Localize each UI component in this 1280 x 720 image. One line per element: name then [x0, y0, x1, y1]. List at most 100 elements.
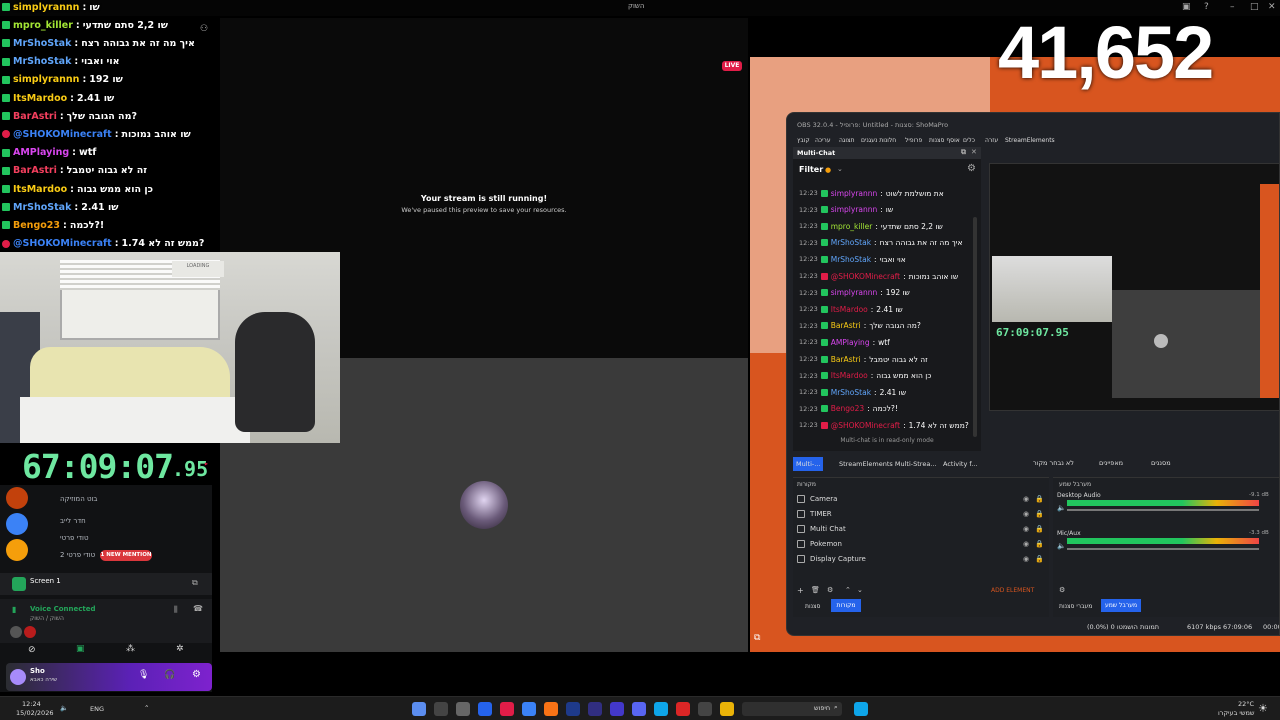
taskbar-app-icon[interactable]	[500, 702, 514, 716]
channel-row[interactable]: חדר לייב	[60, 517, 86, 525]
mixer-slider[interactable]	[1067, 509, 1259, 511]
chat-username[interactable]: AMPlaying	[831, 338, 870, 347]
volume-icon[interactable]: 🔈	[1057, 504, 1066, 512]
lock-icon[interactable]: 🔒	[1035, 510, 1044, 518]
mic-icon[interactable]: 🎙	[138, 670, 149, 680]
chat-username[interactable]: simplyrannn	[831, 189, 878, 198]
tab-multichat[interactable]: Multi-...	[793, 457, 823, 471]
share-screen-icon[interactable]: ▣	[76, 644, 85, 654]
dock-close-icon[interactable]: ✕	[971, 148, 977, 156]
channel-row[interactable]: בוט המוזיקה	[60, 495, 97, 503]
add-user-icon[interactable]: ⚇	[200, 24, 208, 34]
screen-share-row[interactable]: Screen 1 ⧉	[0, 573, 212, 595]
tab-scenes[interactable]: סצנות	[805, 603, 820, 610]
weather-desc[interactable]: שמשי בעיקרו	[1218, 709, 1254, 717]
close-icon[interactable]: ✕	[1268, 2, 1276, 12]
settings-icon[interactable]: ⚙	[192, 669, 201, 680]
chat-username[interactable]: @SHOKOMinecraft	[831, 421, 900, 430]
tray-chevron-icon[interactable]: ⌃	[144, 704, 149, 712]
taskbar-app-icon[interactable]	[544, 702, 558, 716]
volume-icon[interactable]: 🔈	[1057, 542, 1066, 550]
move-up-icon[interactable]: ⌃	[845, 586, 851, 594]
menu-file[interactable]: קובץ	[797, 137, 810, 144]
chat-username[interactable]: simplyrannn	[831, 288, 878, 297]
taskbar-app-icon[interactable]	[632, 702, 646, 716]
chat-username[interactable]: Bengo23	[831, 404, 864, 413]
taskbar-app-icon[interactable]	[566, 702, 580, 716]
menu-tools[interactable]: כלים	[963, 137, 975, 144]
language-indicator[interactable]: ENG	[90, 705, 104, 713]
properties-button[interactable]: מאפיינים	[1099, 459, 1123, 467]
tab-sources[interactable]: מקורות	[831, 599, 861, 612]
channel-row[interactable]: טודי פרטי 2	[60, 551, 95, 559]
lock-icon[interactable]: 🔒	[1035, 555, 1044, 563]
menu-streamelements[interactable]: StreamElements	[1005, 137, 1055, 144]
taskbar-app-icon[interactable]	[676, 702, 690, 716]
taskbar-app-icon[interactable]	[698, 702, 712, 716]
filter-info-icon[interactable]: ●	[825, 166, 831, 174]
remove-source-icon[interactable]: 🗑	[811, 586, 820, 594]
tab-activity-feed[interactable]: Activity f...	[943, 460, 977, 468]
popout-icon[interactable]: ⧉	[192, 578, 198, 588]
clock-time[interactable]: 12:24	[22, 700, 41, 708]
search-label[interactable]: חיפוש	[814, 704, 830, 712]
weather-temp[interactable]: 22°C	[1238, 700, 1254, 708]
taskbar-app-icon[interactable]	[588, 702, 602, 716]
source-row[interactable]: Pokemon ◉ 🔒	[797, 536, 1045, 551]
chat-username[interactable]: MrShoStak	[831, 255, 871, 264]
minimize-icon[interactable]: –	[1230, 2, 1235, 12]
taskbar-app-icon[interactable]	[478, 702, 492, 716]
taskbar-app-icon[interactable]	[654, 702, 668, 716]
menu-profile[interactable]: פרופיל	[905, 137, 922, 144]
source-row[interactable]: Display Capture ◉ 🔒	[797, 551, 1045, 566]
tab-transitions[interactable]: מעברי סצנות	[1059, 603, 1092, 610]
disconnect-icon[interactable]: ☎	[193, 604, 203, 613]
visibility-icon[interactable]: ◉	[1023, 525, 1029, 533]
add-source-icon[interactable]: +	[797, 586, 804, 595]
server-icon-1[interactable]	[6, 487, 28, 509]
chat-username[interactable]: BarAstri	[831, 355, 861, 364]
user-avatar[interactable]	[10, 669, 26, 685]
menu-help[interactable]: עזרה	[985, 137, 998, 144]
chat-username[interactable]: MrShoStak	[831, 388, 871, 397]
visibility-icon[interactable]: ◉	[1023, 510, 1029, 518]
lock-icon[interactable]: 🔒	[1035, 540, 1044, 548]
lock-icon[interactable]: 🔒	[1035, 495, 1044, 503]
lock-icon[interactable]: 🔒	[1035, 525, 1044, 533]
server-icon-3[interactable]	[6, 539, 28, 561]
filter-label[interactable]: Filter	[799, 165, 823, 174]
chat-username[interactable]: mpro_killer	[831, 222, 873, 231]
mixer-slider[interactable]	[1067, 548, 1259, 550]
visibility-icon[interactable]: ◉	[1023, 495, 1029, 503]
filters-button[interactable]: מסננים	[1151, 459, 1171, 467]
chat-username[interactable]: MrShoStak	[831, 238, 871, 247]
noise-icon[interactable]: ⫼	[174, 605, 178, 615]
taskbar-app-icon[interactable]	[456, 702, 470, 716]
search-icon[interactable]: ⌕	[834, 703, 838, 712]
menu-scene-collection[interactable]: אוסף סצנות	[929, 137, 960, 144]
visibility-icon[interactable]: ◉	[1023, 540, 1029, 548]
source-row[interactable]: Camera ◉ 🔒	[797, 491, 1045, 506]
volume-tray-icon[interactable]: 🔈	[60, 704, 68, 712]
source-row[interactable]: Multi Chat ◉ 🔒	[797, 521, 1045, 536]
add-element-button[interactable]: ADD ELEMENT	[991, 587, 1034, 594]
start-icon[interactable]	[854, 702, 868, 716]
camera-off-icon[interactable]: ⊘	[28, 645, 36, 655]
server-icon-2[interactable]	[6, 513, 28, 535]
chat-username[interactable]: ItsMardoo	[831, 371, 868, 380]
taskbar-app-icon[interactable]	[610, 702, 624, 716]
chat-username[interactable]: BarAstri	[831, 321, 861, 330]
taskbar-app-icon[interactable]	[522, 702, 536, 716]
menu-view[interactable]: תצוגה	[839, 137, 855, 144]
tab-audio-mixer[interactable]: מערבל שמע	[1101, 599, 1141, 612]
source-row[interactable]: TIMER ◉ 🔒	[797, 506, 1045, 521]
chat-username[interactable]: simplyrannn	[831, 205, 878, 214]
maximize-icon[interactable]: □	[1250, 2, 1259, 12]
multichat-settings-icon[interactable]: ⚙	[967, 163, 976, 174]
headphones-icon[interactable]: 🎧	[164, 670, 175, 680]
taskbar-app-icon[interactable]	[434, 702, 448, 716]
visibility-icon[interactable]: ◉	[1023, 555, 1029, 563]
weather-icon[interactable]: ☀	[1258, 702, 1268, 715]
filter-dropdown-icon[interactable]: ⌄	[837, 165, 843, 173]
menu-docks[interactable]: חלונות נעגנים	[861, 137, 896, 144]
